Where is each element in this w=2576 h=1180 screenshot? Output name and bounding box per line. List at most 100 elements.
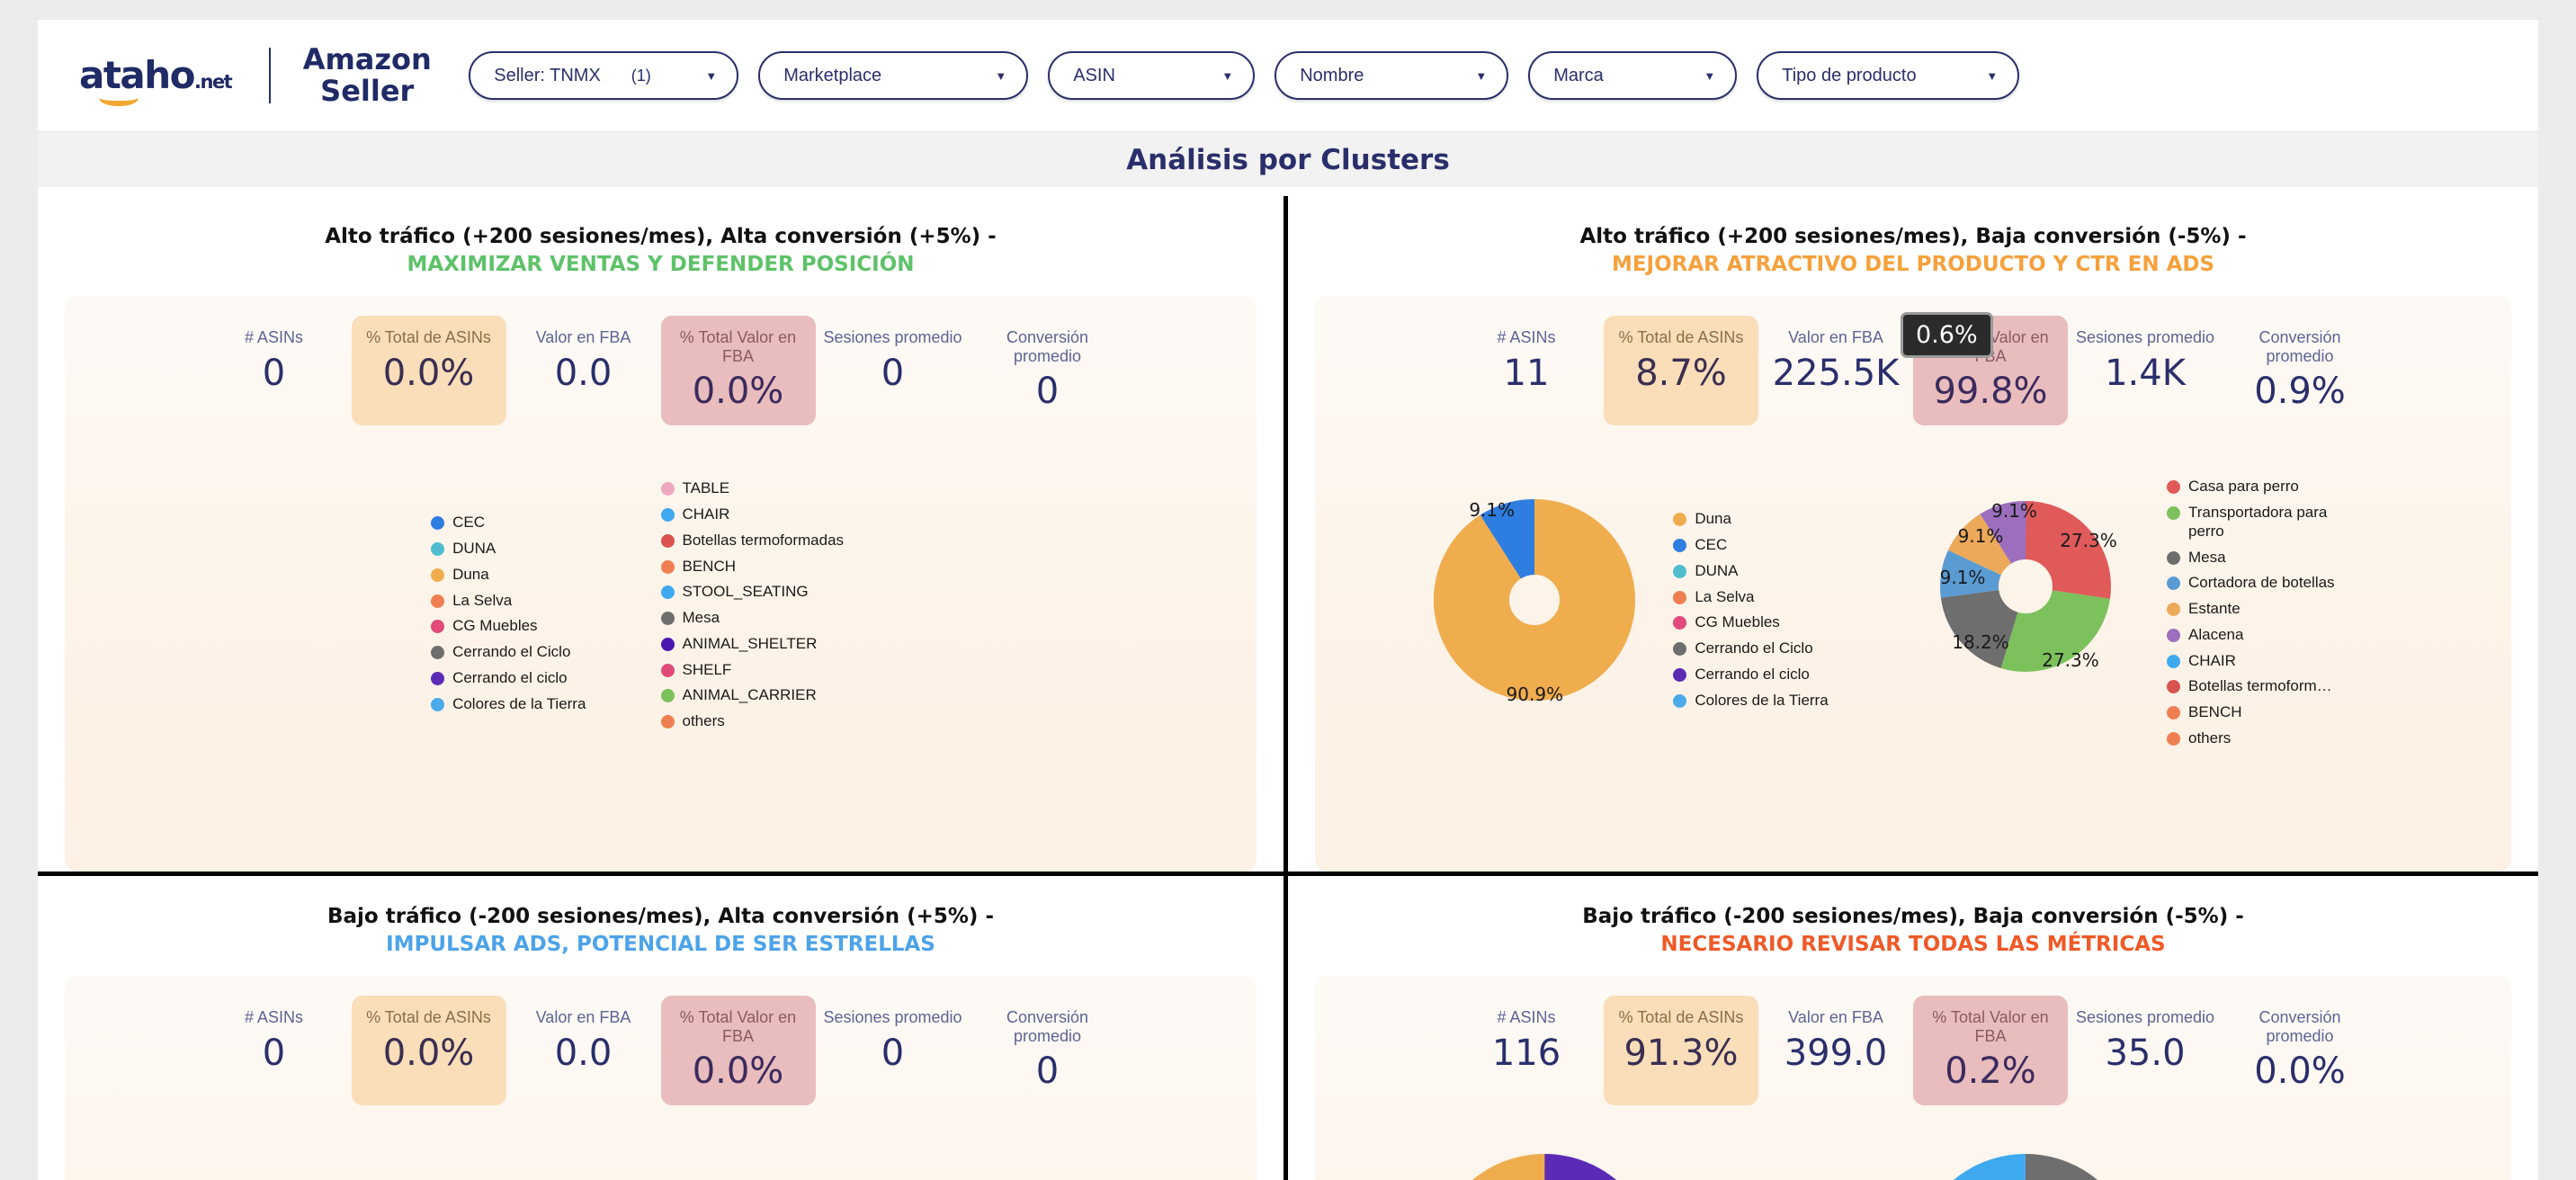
legend-item[interactable]: ANIMAL_CARRIER bbox=[660, 686, 845, 705]
legend-item[interactable]: CEC bbox=[1673, 536, 1828, 555]
legend-item[interactable]: BENCH bbox=[2167, 703, 2359, 722]
legend-color-swatch bbox=[1673, 693, 1687, 708]
legend-item[interactable]: Colores de la Tierra bbox=[431, 695, 586, 714]
legend-color-swatch bbox=[660, 612, 675, 626]
legend-item[interactable]: La Selva bbox=[431, 592, 586, 611]
legend-item[interactable]: Mesa bbox=[2167, 549, 2359, 568]
legend-label: DUNA bbox=[452, 540, 496, 558]
charts-area: 90.9% 9.1% Duna CEC DUNA La Selva CG Mue… bbox=[1315, 427, 2511, 841]
legend-item[interactable]: others bbox=[660, 712, 845, 731]
filter-tipo-producto[interactable]: Tipo de producto ▼ bbox=[1757, 51, 2020, 100]
legend-item[interactable]: Botellas termoformadas bbox=[660, 531, 845, 550]
legend-label: Duna bbox=[452, 565, 489, 583]
legend-item[interactable]: TABLE bbox=[660, 479, 845, 498]
legend-item[interactable]: Mesa bbox=[660, 609, 845, 628]
legend-label: Transportadora para perro bbox=[2188, 504, 2328, 540]
legend-item[interactable]: BENCH bbox=[660, 557, 845, 577]
filter-marketplace[interactable]: Marketplace ▼ bbox=[758, 51, 1029, 100]
kpi-label: # ASINs bbox=[244, 328, 304, 346]
legend-item[interactable]: DUNA bbox=[1673, 562, 1828, 581]
legend-label: Botellas termoformadas bbox=[682, 531, 845, 549]
filter-asin[interactable]: ASIN ▼ bbox=[1048, 51, 1256, 100]
chevron-down-icon: ▼ bbox=[705, 68, 718, 83]
kpi-label: Sesiones promedio bbox=[2075, 328, 2215, 346]
legend-label: BENCH bbox=[2188, 702, 2242, 720]
legend-label: Colores de la Tierra bbox=[1695, 691, 1829, 709]
legend-label: La Selva bbox=[1695, 587, 1755, 605]
filter-seller[interactable]: Seller: TNMX (1) ▼ bbox=[469, 51, 739, 100]
cluster-title: Bajo tráfico (-200 sesiones/mes), Alta c… bbox=[326, 905, 994, 928]
product-type-donut-svg bbox=[1940, 501, 2111, 673]
legend-item[interactable]: CG Muebles bbox=[431, 617, 586, 636]
cluster-header: Bajo tráfico (-200 sesiones/mes), Baja c… bbox=[1315, 892, 2511, 961]
legend-item[interactable]: Duna bbox=[431, 566, 586, 585]
legend-item[interactable]: La Selva bbox=[1673, 588, 1828, 607]
legend-color-swatch bbox=[660, 559, 675, 574]
legend-color-swatch bbox=[1673, 642, 1687, 657]
brand-logo[interactable]: ataho.net bbox=[79, 57, 233, 106]
brand-pie-chart[interactable]: 6.9% bbox=[1431, 1154, 1657, 1180]
legend-color-swatch bbox=[431, 516, 445, 531]
legend-label: Botellas termoform… bbox=[2188, 677, 2332, 695]
brand-chart-container: 6.9% Cerrando el ciclo bbox=[1324, 1132, 1913, 1180]
legend-item[interactable]: Alacena bbox=[2167, 626, 2359, 645]
kpi-valor-fba: Valor en FBA 225.5K bbox=[1758, 316, 1913, 409]
product-type-legend: TABLE CHAIR Botellas termoformadas BENCH… bbox=[660, 474, 845, 738]
section-title: Análisis por Clusters bbox=[1126, 143, 1450, 176]
legend-item[interactable]: Duna bbox=[1673, 510, 1828, 529]
product-type-donut-chart[interactable]: 27.3% 27.3% 18.2% 9.1% 9.1% 9.1% bbox=[1913, 474, 2138, 703]
kpi-value: 35.0 bbox=[2105, 1032, 2186, 1074]
filter-nombre-label: Nombre bbox=[1300, 65, 1364, 85]
kpi-row: # ASINs 0 % Total de ASINs 0.0% Valor en… bbox=[65, 296, 1257, 427]
legend-item[interactable]: Cerrando el ciclo bbox=[1673, 666, 1828, 684]
brand-legend: Duna CEC DUNA La Selva CG Muebles Cerran… bbox=[1673, 474, 1829, 717]
legend-label: Cerrando el Ciclo bbox=[1695, 639, 1813, 657]
legend-item[interactable]: SHELF bbox=[660, 661, 845, 680]
legend-item[interactable]: Estante bbox=[2167, 600, 2359, 619]
kpi-value: 99.8% bbox=[1933, 371, 2048, 413]
legend-item[interactable]: Colores de la Tierra bbox=[1673, 691, 1829, 711]
cluster-panel: # ASINs 0 % Total de ASINs 0.0% Valor en… bbox=[65, 296, 1257, 872]
legend-color-swatch bbox=[2167, 680, 2180, 694]
legend-color-swatch bbox=[660, 533, 675, 548]
kpi-label: Conversión promedio bbox=[2258, 328, 2341, 365]
legend-item[interactable]: Casa para perro bbox=[2167, 478, 2359, 496]
kpi-sesiones-promedio: Sesiones promedio 35.0 bbox=[2068, 996, 2223, 1089]
legend-item[interactable]: CEC bbox=[431, 514, 586, 532]
legend-item[interactable]: Cerrando el Ciclo bbox=[1673, 639, 1828, 658]
legend-color-swatch bbox=[2167, 480, 2180, 495]
charts-area: CEC Cortadora de botellas CABINET TABLE bbox=[65, 1107, 1257, 1180]
kpi-pct-total-valor-fba[interactable]: % Total Valor en FBA 99.8% 0.6% bbox=[1901, 312, 2068, 425]
filter-marca[interactable]: Marca ▼ bbox=[1528, 51, 1738, 100]
legend-item[interactable]: Cerrando el Ciclo bbox=[431, 643, 586, 662]
legend-color-swatch bbox=[2167, 705, 2180, 720]
legend-label: BENCH bbox=[682, 557, 737, 575]
kpi-sesiones-promedio: Sesiones promedio 1.4K bbox=[2068, 316, 2223, 409]
legend-item[interactable]: others bbox=[2167, 729, 2359, 748]
legend-color-swatch bbox=[431, 671, 445, 685]
product-type-pie-chart[interactable]: 14.7% bbox=[1913, 1154, 2138, 1180]
product-type-chart-container: TABLE CHAIR Botellas termoformadas BENCH… bbox=[660, 452, 1248, 841]
kpi-conversion-promedio: Conversión promedio 0.0% bbox=[2223, 996, 2377, 1107]
legend-item[interactable]: CHAIR bbox=[660, 505, 845, 524]
cluster-title: Alto tráfico (+200 sesiones/mes), Baja c… bbox=[1579, 225, 2247, 248]
legend-item[interactable]: CG Muebles bbox=[1673, 613, 1828, 632]
legend-item[interactable]: Cerrando el ciclo bbox=[431, 669, 586, 688]
brand-donut-chart[interactable]: 90.9% 9.1% bbox=[1409, 474, 1660, 730]
filter-tipo-producto-label: Tipo de producto bbox=[1782, 65, 1917, 85]
legend-item[interactable]: DUNA bbox=[431, 540, 586, 559]
legend-item[interactable]: ANIMAL_SHELTER bbox=[660, 635, 845, 654]
filter-nombre[interactable]: Nombre ▼ bbox=[1275, 51, 1509, 100]
kpi-value: 0.0 bbox=[554, 352, 613, 394]
legend-item[interactable]: Cortadora de botellas bbox=[2167, 574, 2359, 593]
legend-item[interactable]: STOOL_SEATING bbox=[660, 583, 845, 602]
legend-item[interactable]: Transportadora para perro bbox=[2167, 504, 2359, 541]
brand-donut-svg bbox=[1434, 499, 1636, 702]
filter-seller-count: (1) bbox=[631, 66, 651, 85]
legend-item[interactable]: CHAIR bbox=[2167, 652, 2359, 671]
kpi-value: 0 bbox=[262, 352, 286, 394]
kpi-pct-total-asins: % Total de ASINs 91.3% bbox=[1604, 996, 1758, 1105]
legend-color-swatch bbox=[660, 508, 675, 523]
cluster-subtitle: IMPULSAR ADS, POTENCIAL DE SER ESTRELLAS bbox=[386, 933, 935, 956]
legend-item[interactable]: Botellas termoform… bbox=[2167, 677, 2359, 696]
